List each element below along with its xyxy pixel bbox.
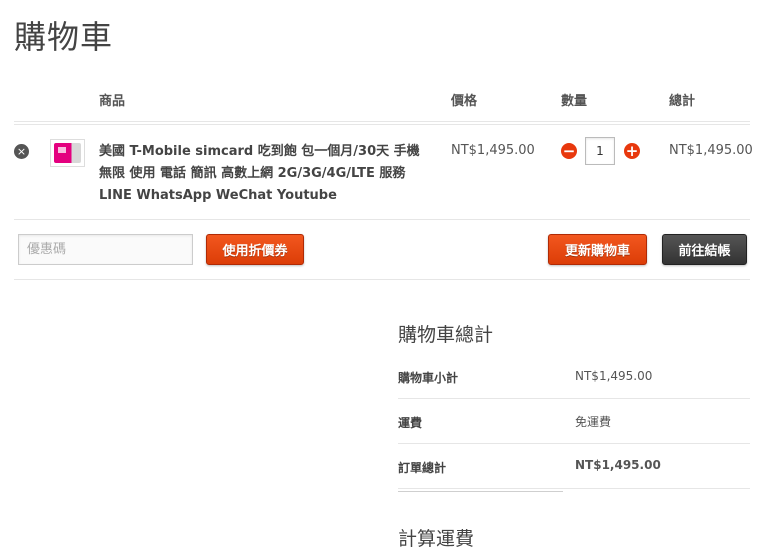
totals-divider	[398, 443, 750, 444]
item-subtotal: NT$1,495.00	[669, 143, 753, 158]
header-product: 商品	[99, 94, 126, 109]
order-total-value: NT$1,495.00	[575, 458, 661, 472]
product-name-link[interactable]: 美國 T-Mobile simcard 吃到飽 包一個月/30天 手機 無限 使…	[99, 141, 429, 207]
actions-divider	[14, 279, 750, 280]
subtotal-label: 購物車小計	[398, 371, 459, 385]
cart-totals-title: 購物車總計	[398, 324, 494, 346]
totals-divider	[398, 488, 750, 489]
simcard-image	[54, 143, 81, 163]
totals-label-underline	[398, 491, 563, 492]
order-total-label: 訂單總計	[398, 461, 447, 475]
header-total: 總計	[669, 94, 696, 109]
update-cart-button[interactable]: 更新購物車	[548, 234, 647, 265]
item-price: NT$1,495.00	[451, 143, 535, 158]
remove-item-icon[interactable]: ×	[14, 144, 29, 159]
shipping-calculator-title: 計算運費	[398, 528, 475, 550]
subtotal-value: NT$1,495.00	[575, 369, 653, 383]
coupon-code-input[interactable]	[18, 234, 193, 265]
row-divider	[14, 219, 750, 220]
page-title: 購物車	[14, 18, 114, 56]
product-thumbnail[interactable]	[50, 139, 85, 167]
header-divider-secondary	[14, 124, 750, 125]
shipping-value: 免運費	[575, 415, 612, 429]
shipping-label: 運費	[398, 416, 423, 430]
apply-coupon-button[interactable]: 使用折價券	[206, 234, 304, 265]
plus-circle-icon[interactable]: +	[624, 143, 640, 159]
quantity-input[interactable]	[585, 137, 615, 165]
minus-circle-icon[interactable]: −	[561, 143, 577, 159]
header-price: 價格	[451, 94, 478, 109]
totals-divider	[398, 398, 750, 399]
header-quantity: 數量	[561, 94, 588, 109]
proceed-checkout-button[interactable]: 前往結帳	[662, 234, 747, 265]
header-divider	[14, 121, 750, 122]
